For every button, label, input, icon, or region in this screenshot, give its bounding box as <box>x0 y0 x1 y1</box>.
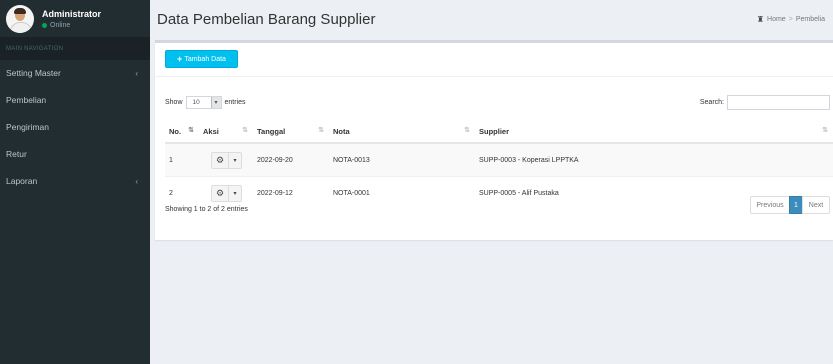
search-label: Search: <box>699 99 724 106</box>
add-data-button[interactable]: + Tambah Data <box>165 50 238 68</box>
sidebar-item-label: Laporan <box>6 176 38 186</box>
sidebar: Administrator Online MAIN NAVIGATION Set… <box>0 0 150 364</box>
user-name: Administrator <box>42 8 102 19</box>
action-dropdown-button[interactable]: ⚙ ▾ <box>211 184 242 202</box>
column-header-nota[interactable]: Nota ⇅ <box>329 120 475 144</box>
caret-down-icon: ▾ <box>210 97 221 108</box>
cell-aksi: ⚙ ▾ <box>199 176 253 209</box>
previous-page-button[interactable]: Previous <box>750 196 790 214</box>
sidebar-item-setting-master[interactable]: Setting Master ‹ <box>0 60 150 87</box>
data-box: + Tambah Data Show 10 ▾ entries Search: … <box>155 40 833 240</box>
nav-header: MAIN NAVIGATION <box>0 38 150 60</box>
gear-icon: ⚙ <box>215 154 225 165</box>
column-header-tanggal[interactable]: Tanggal ⇅ <box>253 120 329 144</box>
cell-no: 2 <box>165 176 199 209</box>
sidebar-item-label: Pembelian <box>6 95 47 105</box>
caret-down-icon: ▾ <box>228 152 241 168</box>
search-control: Search: <box>700 95 830 110</box>
column-header-supplier[interactable]: Supplier ⇅ <box>475 120 833 144</box>
sort-icon: ⇅ <box>822 127 828 134</box>
user-status-label: Online <box>50 21 71 29</box>
sidebar-item-retur[interactable]: Retur <box>0 141 150 168</box>
entries-select[interactable]: 10 ▾ <box>185 96 222 109</box>
content-header: Data Pembelian Barang Supplier ♜ Home > … <box>150 0 833 38</box>
cell-no: 1 <box>165 142 199 177</box>
page-1-button[interactable]: 1 <box>789 196 803 214</box>
cell-tanggal: 2022-09-20 <box>253 142 329 177</box>
sort-icon: ⇅ <box>242 127 248 134</box>
chevron-left-icon: ‹ <box>135 69 138 78</box>
gear-icon: ⚙ <box>215 187 225 198</box>
caret-down-icon: ▾ <box>228 185 241 201</box>
next-page-button[interactable]: Next <box>802 196 830 214</box>
sidebar-item-label: Setting Master <box>6 68 61 78</box>
online-status-icon <box>42 22 47 28</box>
sort-icon: ⇅ <box>464 127 470 134</box>
entries-value: 10 <box>192 99 200 106</box>
sidebar-item-laporan[interactable]: Laporan ‹ <box>0 168 150 195</box>
search-input[interactable] <box>727 95 830 110</box>
chevron-left-icon: ‹ <box>135 177 138 186</box>
purchase-table: No. ⇅ Aksi ⇅ Tanggal ⇅ Nota ⇅ Supplier ⇅ 1 ⚙ … <box>165 120 833 209</box>
cell-aksi: ⚙ ▾ <box>199 142 253 177</box>
cell-tanggal: 2022-09-12 <box>253 176 329 209</box>
entries-label: entries <box>224 99 246 106</box>
sidebar-item-pembelian[interactable]: Pembelian <box>0 87 150 114</box>
sidebar-item-label: Pengiriman <box>6 122 49 132</box>
cell-supplier: SUPP-0003 - Koperasi LPPTKA <box>475 142 833 177</box>
breadcrumb-current: Pembelia <box>795 15 825 23</box>
table-info: Showing 1 to 2 of 2 entries <box>165 206 248 213</box>
divider <box>155 76 833 77</box>
user-status: Online <box>42 22 101 29</box>
show-label: Show <box>165 99 183 106</box>
cell-nota: NOTA-0013 <box>329 142 475 177</box>
sort-icon: ⇅ <box>318 127 324 134</box>
sidebar-item-pengiriman[interactable]: Pengiriman <box>0 114 150 141</box>
column-header-no[interactable]: No. ⇅ <box>165 120 199 144</box>
page-title: Data Pembelian Barang Supplier <box>157 10 376 28</box>
action-dropdown-button[interactable]: ⚙ ▾ <box>211 151 242 169</box>
add-data-label: Tambah Data <box>184 55 226 63</box>
breadcrumb-separator: > <box>788 15 793 23</box>
breadcrumb-home[interactable]: Home <box>767 16 786 23</box>
user-panel: Administrator Online <box>0 0 150 38</box>
plus-icon: + <box>177 54 183 64</box>
column-header-aksi[interactable]: Aksi ⇅ <box>199 120 253 144</box>
avatar <box>6 4 34 33</box>
sort-asc-icon: ⇅ <box>188 127 194 134</box>
cell-nota: NOTA-0001 <box>329 176 475 209</box>
sidebar-item-label: Retur <box>6 149 27 159</box>
breadcrumb: ♜ Home > Pembelia <box>757 15 825 24</box>
entries-length-control: Show 10 ▾ entries <box>165 96 246 109</box>
table-row: 2 ⚙ ▾ 2022-09-12 NOTA-0001 SUPP-0005 - A… <box>165 176 833 209</box>
table-header-row: No. ⇅ Aksi ⇅ Tanggal ⇅ Nota ⇅ Supplier ⇅ <box>165 120 833 144</box>
pagination: Previous 1 Next <box>750 196 830 214</box>
table-row: 1 ⚙ ▾ 2022-09-20 NOTA-0013 SUPP-0003 - K… <box>165 142 833 177</box>
home-icon: ♜ <box>756 14 765 24</box>
